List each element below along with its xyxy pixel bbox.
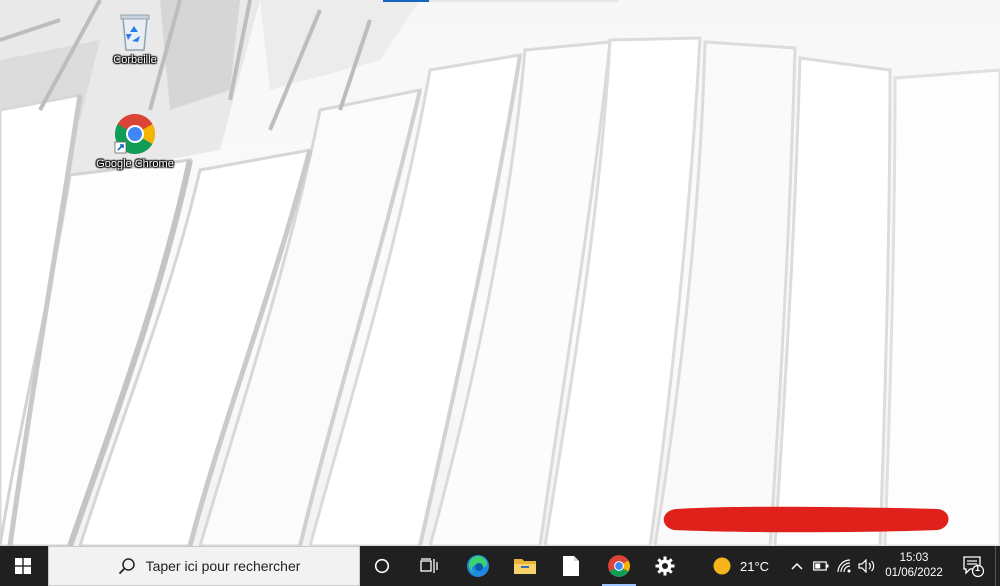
clock-date: 01/06/2022 [885,567,943,579]
document-icon [563,556,579,576]
search-placeholder: Taper ici pour rechercher [145,558,301,574]
gear-icon [655,556,675,576]
notification-icon [963,556,984,577]
task-view-icon [420,558,438,573]
clock-time: 15:03 [899,552,929,564]
folder-icon [514,559,536,574]
top-edge-window-strip [383,0,619,2]
desktop-icon-google-chrome[interactable]: Google Chrome [90,112,180,170]
chrome-icon [114,114,155,154]
speaker-icon [858,559,875,573]
taskbar-document-button[interactable] [548,546,594,586]
desktop-icon-recycle-bin[interactable]: Corbeille [90,10,180,66]
search-icon [118,558,135,575]
chrome-icon [608,555,630,577]
chevron-up-icon [791,562,803,570]
taskbar-file-explorer-button[interactable] [502,546,548,586]
taskbar-edge-button[interactable] [455,546,501,586]
desktop-icon-label: Google Chrome [96,158,174,170]
show-desktop-button[interactable] [995,546,1000,586]
taskbar-cortana-button[interactable] [359,546,405,586]
sun-icon [713,557,731,575]
search-input[interactable]: Taper ici pour rechercher [48,546,360,586]
taskbar-task-view-button[interactable] [406,546,452,586]
notification-count: 1 [975,563,981,573]
tray-battery-button[interactable] [810,546,832,586]
redaction-mark [663,506,949,533]
tray-volume-button[interactable] [856,546,878,586]
edge-icon [467,555,489,577]
desktop[interactable]: Corbeille Google Chrome [0,0,1000,546]
taskbar: Taper ici pour rechercher 21°C 15:03 01/… [0,546,1000,586]
desktop-icon-label: Corbeille [113,54,157,66]
wifi-icon [837,559,851,573]
taskbar-settings-button[interactable] [642,546,688,586]
taskbar-chrome-button[interactable] [596,546,642,586]
start-button[interactable] [0,546,46,586]
tray-network-button[interactable] [834,546,856,586]
battery-icon [813,561,829,571]
windows-logo-icon [15,558,31,574]
recycle-bin-icon [120,14,150,51]
weather-temperature: 21°C [740,558,770,574]
cortana-circle-icon [374,558,390,574]
taskbar-clock[interactable]: 15:03 01/06/2022 [876,546,952,586]
action-center-button[interactable]: 1 [953,546,993,586]
wallpaper-image [0,0,1000,546]
tray-show-hidden-button[interactable] [786,546,808,586]
taskbar-weather-widget[interactable]: 21°C [712,546,782,586]
